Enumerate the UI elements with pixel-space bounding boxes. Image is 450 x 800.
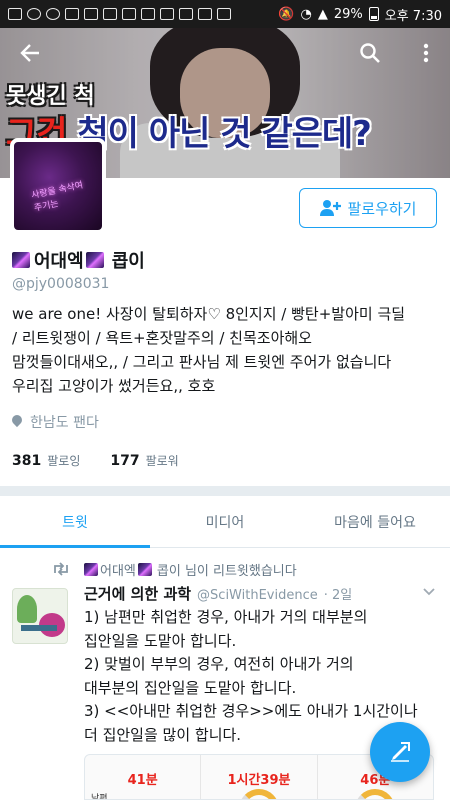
profile-name-prefix: 어대엑 xyxy=(34,251,84,272)
tab-media[interactable]: 미디어 xyxy=(150,496,300,547)
search-button[interactable] xyxy=(354,42,386,70)
section-divider xyxy=(0,486,450,496)
image-value: 41분 xyxy=(127,773,158,788)
location-pin-icon xyxy=(12,415,22,429)
notification-icon xyxy=(141,8,155,20)
battery-icon xyxy=(368,7,379,21)
arrow-left-icon xyxy=(20,44,39,62)
following-count: 381 xyxy=(12,453,42,469)
tweet-line: 집안일을 도맡아 합니다. xyxy=(84,631,237,650)
retweet-prefix: 어대엑 xyxy=(100,564,136,579)
mute-icon: 🔕 xyxy=(278,6,295,22)
follow-button-label: 팔로우하기 xyxy=(347,199,417,218)
tab-likes[interactable]: 마음에 들어요 xyxy=(300,496,450,547)
battery-percent: 29% xyxy=(333,6,363,22)
notification-icons xyxy=(8,8,278,20)
following-stat[interactable]: 381 팔로잉 xyxy=(12,452,80,469)
compose-tweet-button[interactable] xyxy=(370,722,430,782)
galaxy-emoji-icon xyxy=(137,563,152,576)
system-status: 🔕 ◔ ▲ 29% 오후 7:30 xyxy=(278,5,442,24)
profile-location: 한남도 팬다 xyxy=(12,412,99,432)
retweet-suffix: 콥이 님이 리트윗했습니다 xyxy=(156,564,297,579)
bio-line: / 리트윗쟁이 / 욕트+혼잣말주의 / 친목조아해오 xyxy=(12,329,312,347)
followers-label: 팔로워 xyxy=(145,454,179,468)
profile-name-suffix: 콥이 xyxy=(111,251,145,272)
clock: 오후 7:30 xyxy=(384,8,442,24)
more-options-button[interactable] xyxy=(410,42,442,70)
back-button[interactable] xyxy=(14,42,46,70)
galaxy-emoji-icon xyxy=(85,252,104,268)
profile-tabs: 트윗 미디어 마음에 들어요 xyxy=(0,496,450,548)
profile-stats: 381 팔로잉 177 팔로워 xyxy=(12,452,179,469)
tweet-line: 2) 맞벌이 부부의 경우, 여전히 아내가 거의 xyxy=(84,655,354,673)
notification-icon xyxy=(179,8,193,20)
retweet-context: 어대엑 콥이 님이 리트윗했습니다 xyxy=(84,560,297,579)
galaxy-emoji-icon xyxy=(12,252,30,268)
profile-bio: we are one! 사장이 탈퇴하자♡ 8인지지 / 빵탄+발아미 극딜 /… xyxy=(12,302,442,398)
search-icon xyxy=(360,43,380,63)
followers-count: 177 xyxy=(110,453,140,469)
tweet-author-name[interactable]: 근거에 의한 과학 xyxy=(84,583,191,604)
status-bar: 🔕 ◔ ▲ 29% 오후 7:30 xyxy=(0,0,450,28)
bio-line: we are one! 사장이 탈퇴하자♡ 8인지지 / 빵탄+발아미 극딜 xyxy=(12,305,406,323)
followers-stat[interactable]: 177 팔로워 xyxy=(110,452,178,469)
notification-icon xyxy=(217,8,231,20)
profile-handle: @pjy0008031 xyxy=(12,276,110,292)
retweet-icon xyxy=(54,562,68,576)
tweet-header: 근거에 의한 과학 @SciWithEvidence · 2일 xyxy=(84,583,424,604)
following-label: 팔로잉 xyxy=(47,454,81,468)
follow-button[interactable]: 팔로우하기 xyxy=(299,188,437,228)
add-person-icon xyxy=(320,200,342,216)
tweet-time: · 2일 xyxy=(323,588,353,603)
profile-avatar[interactable]: 사랑을 속삭여 주기는 xyxy=(10,138,106,234)
galaxy-emoji-icon xyxy=(84,563,98,576)
tweet-line: 3) <<아내만 취업한 경우>>에도 아내가 1시간이나 xyxy=(84,702,418,720)
tweet-author-avatar[interactable] xyxy=(12,588,68,644)
tweet-author-handle[interactable]: @SciWithEvidence xyxy=(197,588,318,603)
avatar-text: 사랑을 속삭여 주기는 xyxy=(30,180,85,214)
signal-icon: ▲ xyxy=(317,6,328,22)
image-value: 1시간39분 xyxy=(227,773,291,788)
banner-caption-rest: 척이 아닌 것 같은데? xyxy=(77,114,371,154)
notification-icon xyxy=(84,8,98,20)
image-label: 남편 xyxy=(91,794,108,800)
notification-icon xyxy=(103,8,117,20)
notification-icon xyxy=(160,8,174,20)
notification-icon xyxy=(46,8,60,20)
compose-icon xyxy=(391,742,410,762)
tweet-line: 1) 남편만 취업한 경우, 아내가 거의 대부분의 xyxy=(84,608,368,626)
notification-icon xyxy=(65,8,79,20)
notification-icon xyxy=(122,8,136,20)
tab-tweets[interactable]: 트윗 xyxy=(0,496,150,548)
wifi-icon: ◔ xyxy=(300,6,312,22)
notification-icon xyxy=(198,8,212,20)
more-vertical-icon xyxy=(423,43,429,63)
profile-name: 어대엑 콥이 xyxy=(12,247,145,273)
image-cell: 1시간39분 xyxy=(201,755,318,799)
tweet-line: 대부분의 집안일을 도맡아 합니다. xyxy=(84,678,297,697)
bio-line: 우리집 고양이가 썼거든요,, 호호 xyxy=(12,377,216,395)
bio-line: 맘껏들이대새오,, / 그리고 판사님 제 트윗엔 주어가 없습니다 xyxy=(12,353,392,371)
chevron-down-icon[interactable] xyxy=(422,585,436,599)
notification-icon xyxy=(8,8,22,20)
image-cell: 41분 남편 xyxy=(85,755,202,800)
location-text: 한남도 팬다 xyxy=(30,415,99,431)
notification-icon xyxy=(27,8,41,20)
